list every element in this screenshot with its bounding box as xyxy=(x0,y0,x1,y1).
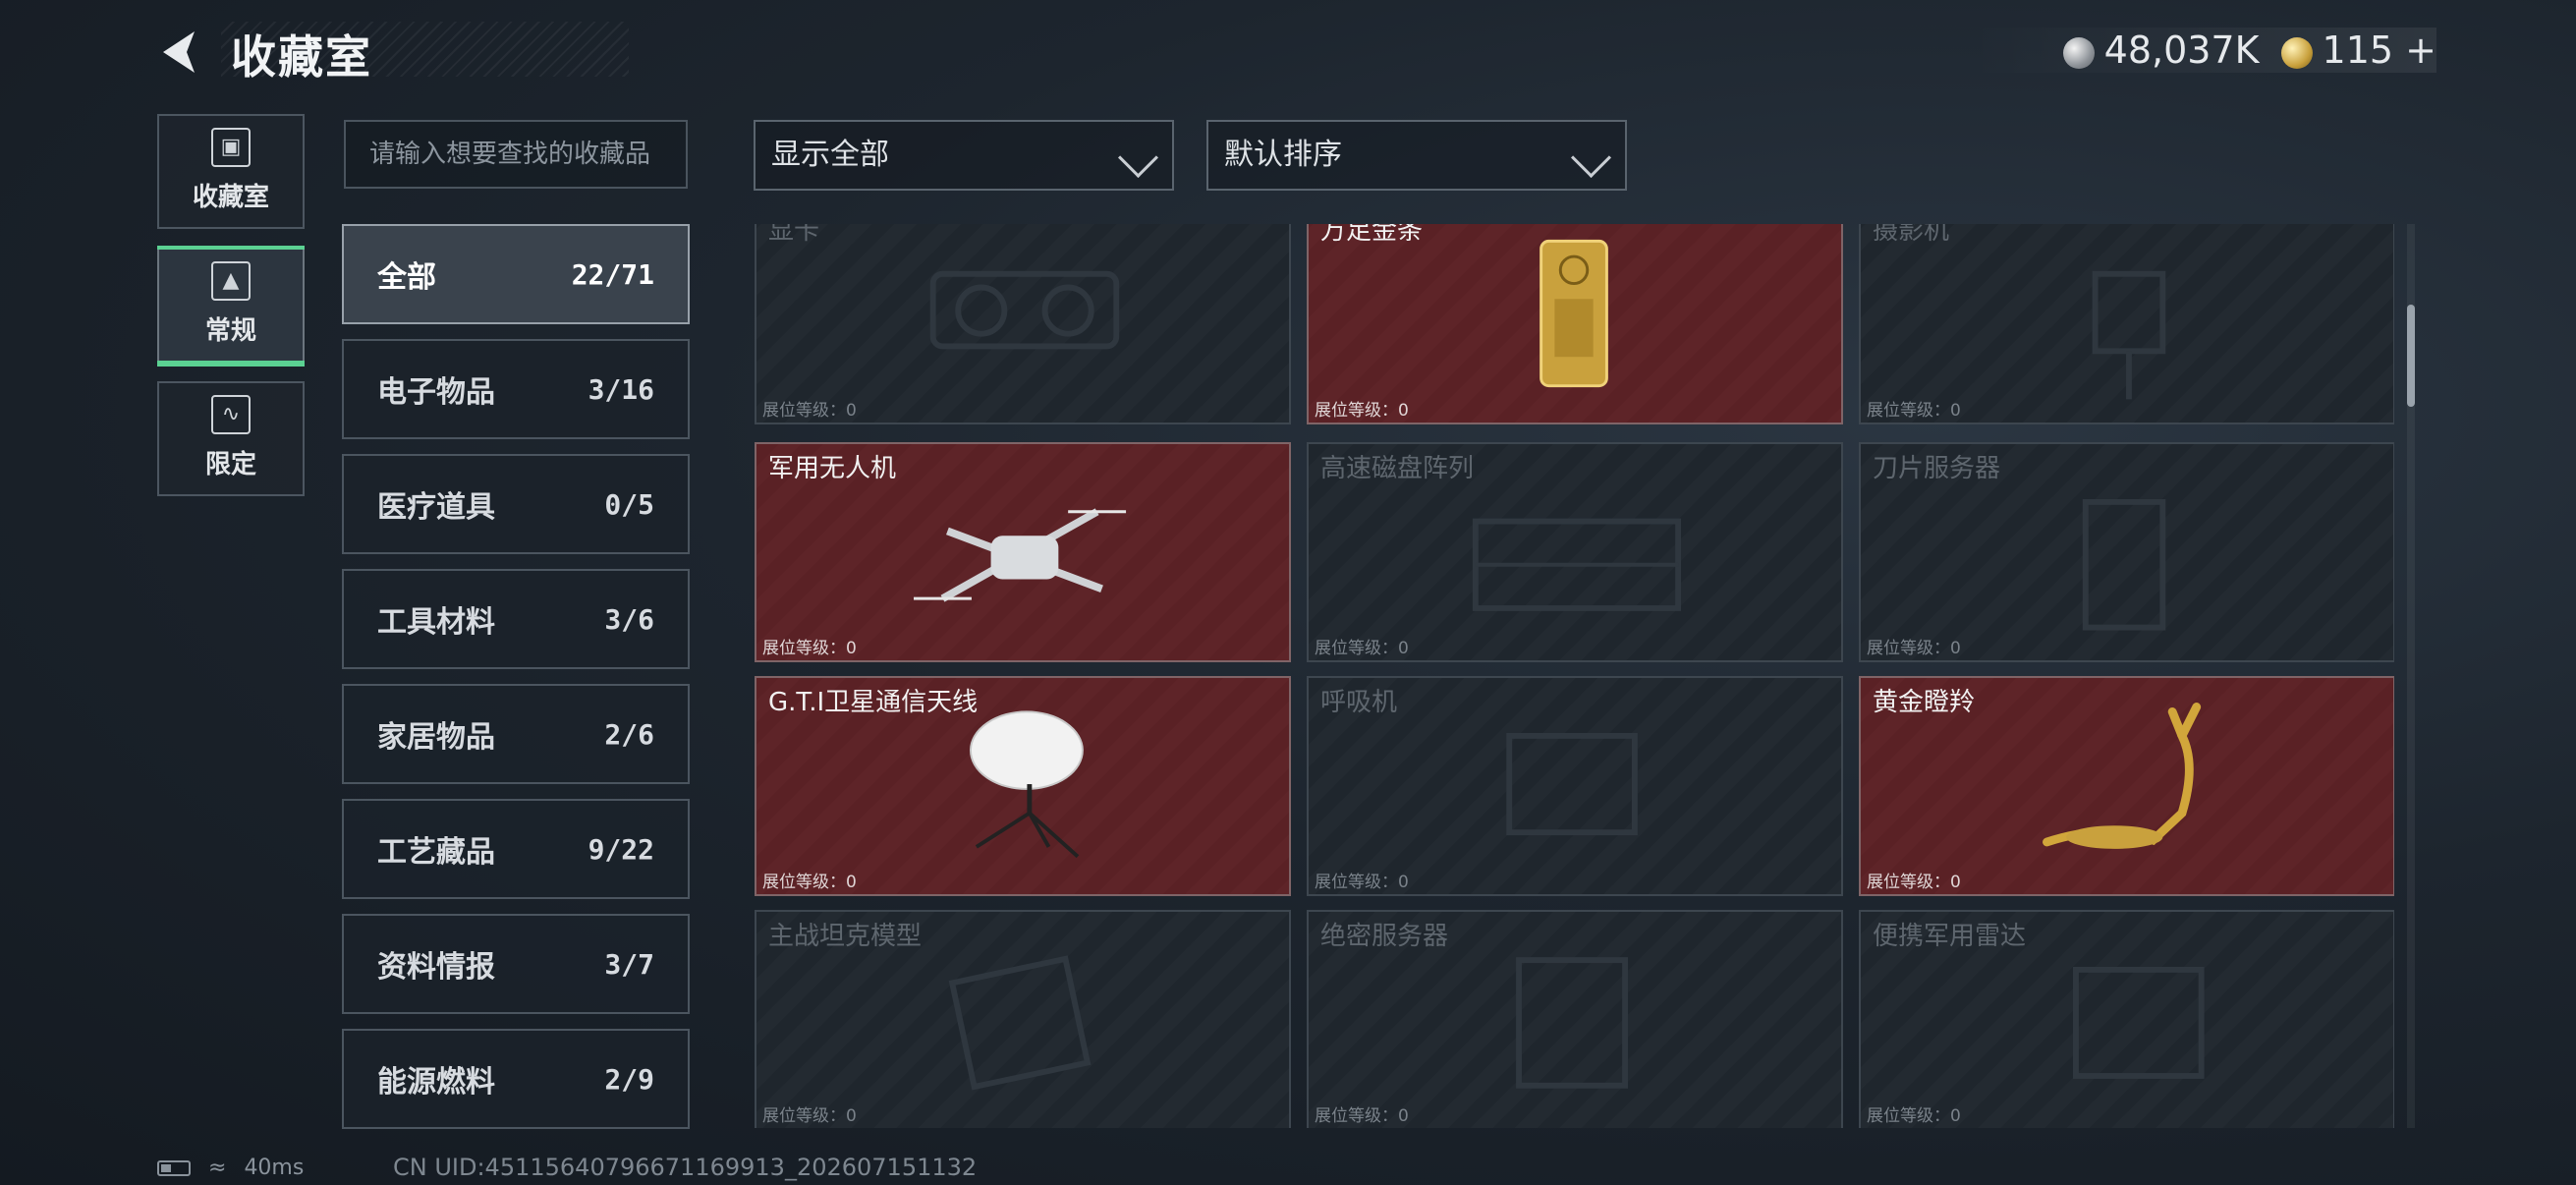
ping-value: 40ms xyxy=(244,1156,305,1180)
category-medical[interactable]: 医疗道具 0/5 xyxy=(342,454,690,554)
category-label: 医疗道具 xyxy=(377,490,495,525)
silver-currency: 48,037K xyxy=(2062,28,2260,72)
display-case-icon: ▣ xyxy=(211,128,251,167)
item-level: 展位等级：0 xyxy=(1315,639,1409,658)
item-level: 展位等级：0 xyxy=(762,639,857,658)
category-label: 资料情报 xyxy=(377,950,495,985)
collection-grid: 显卡 展位等级：0 万足金条 展位等级：0 摄影机 展位等级：0 军用无人机 展… xyxy=(752,224,2394,1128)
category-intel[interactable]: 资料情报 3/7 xyxy=(342,914,690,1014)
item-name: G.T.I卫星通信天线 xyxy=(768,688,979,717)
gold-bar-icon xyxy=(1540,239,1608,388)
top-bar: 收藏室 48,037K 115 + xyxy=(0,0,2576,108)
battery-icon xyxy=(157,1159,191,1176)
item-card[interactable]: 呼吸机 展位等级：0 xyxy=(1307,676,1843,896)
filter-dropdown[interactable]: 显示全部 xyxy=(754,120,1174,191)
back-arrow-icon[interactable] xyxy=(155,28,204,77)
sort-dropdown[interactable]: 默认排序 xyxy=(1206,120,1627,191)
item-card[interactable]: 主战坦克模型 展位等级：0 xyxy=(755,910,1291,1128)
chevron-down-icon xyxy=(1570,137,1612,179)
category-label: 全部 xyxy=(377,260,436,295)
graphics-card-icon xyxy=(929,270,1120,350)
category-count: 3/7 xyxy=(604,947,654,981)
item-card[interactable]: 军用无人机 展位等级：0 xyxy=(755,442,1291,662)
silver-coin-icon xyxy=(2062,36,2095,69)
item-name: 刀片服务器 xyxy=(1873,454,2001,483)
category-crafts[interactable]: 工艺藏品 9/22 xyxy=(342,799,690,899)
item-level: 展位等级：0 xyxy=(1315,401,1409,421)
category-label: 工具材料 xyxy=(377,605,495,640)
tab-collection-room[interactable]: ▣ 收藏室 xyxy=(157,114,305,229)
item-level: 展位等级：0 xyxy=(1867,873,1961,892)
item-card[interactable]: 刀片服务器 展位等级：0 xyxy=(1859,442,2394,662)
category-electronics[interactable]: 电子物品 3/16 xyxy=(342,339,690,439)
camera-icon xyxy=(2092,270,2166,400)
item-name: 摄影机 xyxy=(1873,224,1950,246)
filter-value: 显示全部 xyxy=(771,138,889,172)
item-name: 万足金条 xyxy=(1320,224,1424,246)
search-input[interactable]: 请输入想要查找的收藏品 xyxy=(344,120,688,189)
gold-coin-icon xyxy=(2280,36,2313,69)
category-count: 3/16 xyxy=(588,372,654,406)
item-card[interactable]: G.T.I卫星通信天线 展位等级：0 xyxy=(755,676,1291,896)
image-frame-icon: ▲ xyxy=(211,261,251,301)
category-count: 2/6 xyxy=(604,717,654,751)
gold-currency[interactable]: 115 + xyxy=(2280,28,2436,72)
category-fuel[interactable]: 能源燃料 2/9 xyxy=(342,1029,690,1129)
grid-scroll-thumb[interactable] xyxy=(2407,305,2415,407)
item-name: 绝密服务器 xyxy=(1320,922,1449,951)
item-name: 呼吸机 xyxy=(1320,688,1398,717)
status-bar: ≈ 40ms xyxy=(157,1156,304,1180)
category-count: 22/71 xyxy=(571,257,654,291)
item-card[interactable]: 显卡 展位等级：0 xyxy=(755,224,1291,424)
category-count: 9/22 xyxy=(588,832,654,866)
sort-value: 默认排序 xyxy=(1224,138,1342,172)
category-label: 电子物品 xyxy=(377,375,495,410)
category-label: 家居物品 xyxy=(377,720,495,755)
item-name: 便携军用雷达 xyxy=(1873,922,2027,951)
category-label: 工艺藏品 xyxy=(377,835,495,870)
item-level: 展位等级：0 xyxy=(1315,1106,1409,1126)
page-title: 收藏室 xyxy=(231,30,372,84)
item-level: 展位等级：0 xyxy=(762,873,857,892)
item-card[interactable]: 绝密服务器 展位等级：0 xyxy=(1307,910,1843,1128)
category-count: 2/9 xyxy=(604,1062,654,1096)
item-card[interactable]: 黄金瞪羚 展位等级：0 xyxy=(1859,676,2394,896)
tab-label: 收藏室 xyxy=(192,183,269,212)
item-level: 展位等级：0 xyxy=(1867,401,1961,421)
tab-regular[interactable]: ▲ 常规 xyxy=(157,246,305,367)
category-count: 3/6 xyxy=(604,602,654,636)
category-household[interactable]: 家居物品 2/6 xyxy=(342,684,690,784)
item-name: 黄金瞪羚 xyxy=(1873,688,1976,717)
item-level: 展位等级：0 xyxy=(1867,1106,1961,1126)
category-count: 0/5 xyxy=(604,487,654,521)
item-name: 显卡 xyxy=(768,224,820,246)
currency-panel: 48,037K 115 + xyxy=(1967,28,2436,73)
item-name: 军用无人机 xyxy=(768,454,897,483)
user-id: CN UID:45115640796671169913_202607151132 xyxy=(393,1154,978,1181)
gold-amount: 115 xyxy=(2322,28,2394,72)
item-card[interactable]: 便携军用雷达 展位等级：0 xyxy=(1859,910,2394,1128)
tab-limited[interactable]: ∿ 限定 xyxy=(157,381,305,496)
limited-icon: ∿ xyxy=(211,395,251,434)
item-level: 展位等级：0 xyxy=(762,1106,857,1126)
silver-amount: 48,037K xyxy=(2103,28,2260,72)
item-card[interactable]: 摄影机 展位等级：0 xyxy=(1859,224,2394,424)
item-card[interactable]: 高速磁盘阵列 展位等级：0 xyxy=(1307,442,1843,662)
add-currency-icon[interactable]: + xyxy=(2405,28,2436,72)
tab-label: 限定 xyxy=(204,450,256,480)
category-label: 能源燃料 xyxy=(377,1065,495,1100)
category-all[interactable]: 全部 22/71 xyxy=(342,224,690,324)
item-level: 展位等级：0 xyxy=(1867,639,1961,658)
tab-label: 常规 xyxy=(204,316,256,346)
item-level: 展位等级：0 xyxy=(1315,873,1409,892)
item-name: 主战坦克模型 xyxy=(768,922,923,951)
item-name: 高速磁盘阵列 xyxy=(1320,454,1475,483)
wifi-icon: ≈ xyxy=(208,1156,227,1180)
item-level: 展位等级：0 xyxy=(762,401,857,421)
category-tools[interactable]: 工具材料 3/6 xyxy=(342,569,690,669)
item-card[interactable]: 万足金条 展位等级：0 xyxy=(1307,224,1843,424)
chevron-down-icon xyxy=(1117,137,1159,179)
